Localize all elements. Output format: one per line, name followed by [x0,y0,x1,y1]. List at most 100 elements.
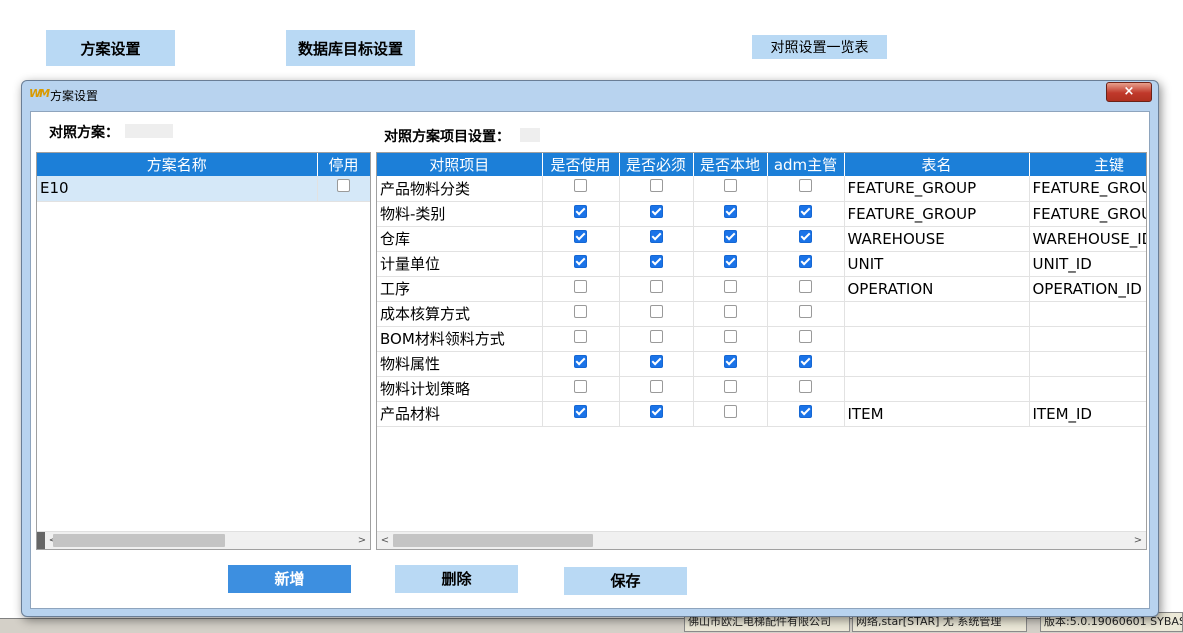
delete-button[interactable]: 删除 [395,565,518,593]
item-name-cell[interactable]: BOM材料领料方式 [377,326,543,352]
use-checkbox[interactable] [574,254,587,268]
item-name-cell[interactable]: 物料属性 [377,351,543,377]
primary-key-cell[interactable] [1029,326,1146,352]
primary-key-cell[interactable]: UNIT_ID [1029,251,1146,277]
add-button[interactable]: 新增 [228,565,351,593]
column-header-use[interactable]: 是否使用 [542,153,620,176]
use-checkbox[interactable] [574,329,587,343]
required-cell[interactable] [619,301,694,327]
adm-checkbox[interactable] [799,279,812,293]
local-checkbox[interactable] [723,254,737,268]
table-name-cell[interactable] [844,326,1030,352]
table-name-cell[interactable]: WAREHOUSE [844,226,1030,252]
table-name-cell[interactable] [844,351,1030,377]
use-cell[interactable] [542,376,620,402]
local-cell[interactable] [693,276,768,302]
required-checkbox[interactable] [649,329,663,343]
scroll-right-icon[interactable]: > [354,532,370,549]
local-cell[interactable] [693,376,768,402]
mapping-item-row[interactable]: 物料计划策略 [377,376,1146,402]
required-checkbox[interactable] [649,354,663,368]
local-checkbox[interactable] [723,404,737,418]
required-cell[interactable] [619,251,694,277]
column-header-item[interactable]: 对照项目 [377,153,543,176]
scheme-name-cell[interactable]: E10 [37,176,318,202]
primary-key-cell[interactable] [1029,301,1146,327]
adm-checkbox[interactable] [799,179,812,193]
required-checkbox[interactable] [649,179,663,193]
item-name-cell[interactable]: 成本核算方式 [377,301,543,327]
required-cell[interactable] [619,326,694,352]
table-name-cell[interactable]: FEATURE_GROUP [844,201,1030,227]
scrollbar-thumb[interactable] [393,534,593,547]
mapping-item-row[interactable]: 计量单位 UNIT UNIT_ID [377,251,1146,277]
required-cell[interactable] [619,276,694,302]
use-checkbox[interactable] [574,179,587,193]
item-name-cell[interactable]: 计量单位 [377,251,543,277]
adm-checkbox[interactable] [799,379,812,393]
local-checkbox[interactable] [723,229,737,243]
use-cell[interactable] [542,326,620,352]
use-cell[interactable] [542,226,620,252]
scheme-row[interactable]: E10 [37,176,370,202]
mapping-item-row[interactable]: 物料-类别 FEATURE_GROUPFEATURE_GROUP [377,201,1146,227]
required-checkbox[interactable] [649,204,663,218]
mapping-item-row[interactable]: 成本核算方式 [377,301,1146,327]
adm-cell[interactable] [767,326,845,352]
column-header-table[interactable]: 表名 [844,153,1030,176]
use-checkbox[interactable] [574,229,587,243]
mapping-item-row[interactable]: 工序 OPERATION OPERATION_ID [377,276,1146,302]
required-checkbox[interactable] [649,379,663,393]
disabled-cell[interactable] [317,176,370,202]
mapping-item-row[interactable]: BOM材料领料方式 [377,326,1146,352]
save-button[interactable]: 保存 [564,567,687,595]
local-cell[interactable] [693,226,768,252]
primary-key-cell[interactable]: OPERATION_ID [1029,276,1146,302]
adm-checkbox[interactable] [799,254,812,268]
adm-checkbox[interactable] [799,229,812,243]
adm-cell[interactable] [767,351,845,377]
dialog-titlebar[interactable]: WM 方案设置 × [22,81,1158,109]
use-checkbox[interactable] [574,379,587,393]
use-checkbox[interactable] [574,279,587,293]
local-checkbox[interactable] [723,329,737,343]
local-checkbox[interactable] [723,204,737,218]
scroll-left-icon[interactable]: < [377,532,393,549]
column-header-key[interactable]: 主键 [1029,153,1146,176]
table-name-cell[interactable]: ITEM [844,401,1030,427]
primary-key-cell[interactable]: FEATURE_GROUP [1029,176,1146,202]
table-name-cell[interactable]: UNIT [844,251,1030,277]
required-checkbox[interactable] [649,279,663,293]
mapping-item-row[interactable]: 仓库 WAREHOUSE WAREHOUSE_ID [377,226,1146,252]
column-header-local[interactable]: 是否本地 [693,153,768,176]
use-checkbox[interactable] [574,204,587,218]
required-checkbox[interactable] [649,404,663,418]
mapping-grid-scrollbar[interactable]: < > [377,531,1146,549]
nav-database-target-settings[interactable]: 数据库目标设置 [286,30,415,66]
table-name-cell[interactable]: FEATURE_GROUP [844,176,1030,202]
scrollbar-thumb[interactable] [53,534,225,547]
required-checkbox[interactable] [649,304,663,318]
required-cell[interactable] [619,376,694,402]
mapping-item-row[interactable]: 物料属性 [377,351,1146,377]
use-cell[interactable] [542,301,620,327]
use-cell[interactable] [542,176,620,202]
item-name-cell[interactable]: 产品材料 [377,401,543,427]
local-cell[interactable] [693,351,768,377]
column-header-required[interactable]: 是否必须 [619,153,694,176]
mapping-item-row[interactable]: 产品材料 ITEM ITEM_ID [377,401,1146,427]
adm-checkbox[interactable] [799,404,812,418]
required-checkbox[interactable] [649,254,663,268]
local-checkbox[interactable] [723,379,737,393]
use-checkbox[interactable] [574,404,587,418]
nav-mapping-overview[interactable]: 对照设置一览表 [752,35,887,59]
local-cell[interactable] [693,301,768,327]
adm-cell[interactable] [767,176,845,202]
table-name-cell[interactable]: OPERATION [844,276,1030,302]
adm-checkbox[interactable] [799,329,812,343]
disabled-checkbox[interactable] [337,179,350,193]
use-checkbox[interactable] [574,304,587,318]
table-name-cell[interactable] [844,376,1030,402]
close-button[interactable]: × [1106,82,1152,102]
item-name-cell[interactable]: 物料-类别 [377,201,543,227]
